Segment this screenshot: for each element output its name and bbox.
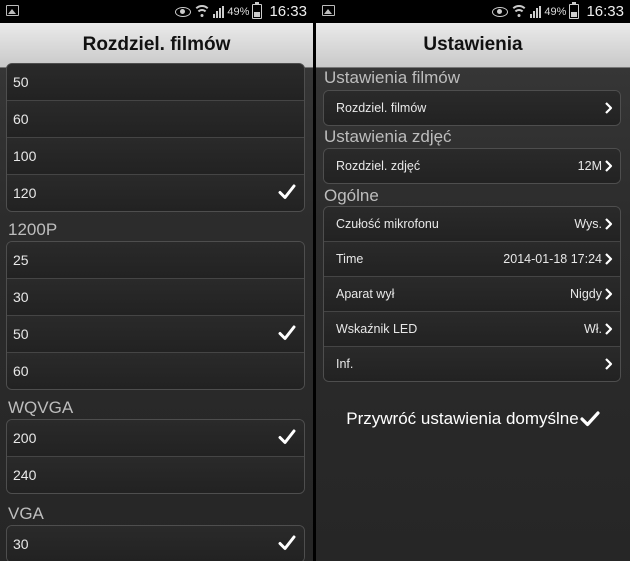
chevron-right-icon [605, 160, 613, 172]
option-label: 120 [13, 185, 37, 201]
image-notification-icon [6, 5, 19, 16]
page-title: Ustawienia [316, 23, 630, 68]
battery-percent: 49% [227, 5, 250, 18]
eye-icon [175, 6, 192, 17]
option-row-selected[interactable]: 30 [7, 526, 304, 561]
clock: 16:33 [269, 3, 307, 20]
group-header: VGA [8, 504, 44, 523]
option-row-selected[interactable]: 120 [7, 174, 304, 211]
option-row[interactable]: 60 [7, 100, 304, 137]
setting-value: Nigdy [570, 287, 602, 301]
chevron-right-icon [605, 323, 613, 335]
eye-icon [492, 6, 509, 17]
chevron-right-icon [605, 218, 613, 230]
section-header: Ogólne [324, 186, 379, 205]
signal-icon [213, 5, 225, 18]
option-row[interactable]: 30 [7, 278, 304, 315]
option-row-selected[interactable]: 50 [7, 315, 304, 352]
group-header: WQVGA [8, 398, 74, 417]
option-row-selected[interactable]: 200 [7, 420, 304, 456]
setting-value: 2014-01-18 17:24 [503, 252, 602, 266]
option-row[interactable]: 25 [7, 242, 304, 278]
clock: 16:33 [586, 3, 624, 20]
wifi-icon [511, 4, 528, 19]
wifi-icon [194, 4, 211, 19]
option-label: 50 [13, 326, 29, 342]
option-label: 200 [13, 430, 37, 446]
option-row[interactable]: 100 [7, 137, 304, 174]
video-settings-group: Rozdziel. filmów [323, 90, 621, 126]
setting-label: Wskaźnik LED [336, 322, 418, 336]
check-icon [580, 411, 600, 427]
setting-value: 12M [577, 159, 602, 173]
battery-icon [569, 2, 580, 19]
option-label: 30 [13, 536, 29, 552]
signal-icon [530, 5, 542, 18]
battery-percent: 49% [544, 5, 567, 18]
setting-label: Aparat wył [336, 287, 395, 301]
page-title: Rozdziel. filmów [0, 23, 313, 68]
option-label: 240 [13, 467, 37, 483]
check-icon [278, 184, 296, 199]
right-screen: 49% 16:33 Ustawienia Ustawienia filmów R… [316, 0, 630, 561]
setting-row-info[interactable]: Inf. [324, 346, 620, 381]
photo-settings-group: Rozdziel. zdjęć 12M [323, 148, 621, 184]
check-icon [278, 429, 296, 444]
setting-label: Time [336, 252, 364, 266]
setting-row-mic-sensitivity[interactable]: Czułość mikrofonu Wys. [324, 207, 620, 241]
option-label: 100 [13, 148, 37, 164]
resolution-group-1200p: 25 30 50 60 [6, 241, 305, 390]
resolution-group-0: 50 60 100 120 [6, 63, 305, 212]
image-notification-icon [322, 5, 335, 16]
chevron-right-icon [605, 102, 613, 114]
check-icon [278, 535, 296, 550]
option-label: 25 [13, 252, 29, 268]
chevron-right-icon [605, 288, 613, 300]
setting-row-time[interactable]: Time 2014-01-18 17:24 [324, 241, 620, 276]
status-bar: 49% 16:33 [0, 0, 313, 23]
option-label: 60 [13, 111, 29, 127]
section-header: Ustawienia filmów [324, 68, 461, 87]
option-row[interactable]: 50 [7, 64, 304, 100]
option-label: 60 [13, 363, 29, 379]
setting-label: Czułość mikrofonu [336, 217, 439, 231]
option-row[interactable]: 240 [7, 456, 304, 493]
setting-value: Wł. [583, 322, 602, 336]
section-header: Ustawienia zdjęć [324, 127, 452, 146]
setting-row-led-indicator[interactable]: Wskaźnik LED Wł. [324, 311, 620, 346]
setting-label: Rozdziel. filmów [336, 101, 427, 115]
status-bar: 49% 16:33 [316, 0, 630, 23]
option-label: 30 [13, 289, 29, 305]
setting-row-camera-off[interactable]: Aparat wył Nigdy [324, 276, 620, 311]
restore-defaults-button[interactable]: Przywróć ustawienia domyślne [316, 400, 630, 438]
setting-label: Rozdziel. zdjęć [336, 159, 421, 173]
option-label: 50 [13, 74, 29, 90]
setting-value: Wys. [574, 217, 602, 231]
restore-defaults-label: Przywróć ustawienia domyślne [346, 409, 579, 428]
chevron-right-icon [605, 253, 613, 265]
chevron-right-icon [605, 358, 613, 370]
option-row[interactable]: 60 [7, 352, 304, 389]
left-screen: 49% 16:33 Rozdziel. filmów 50 60 100 120… [0, 0, 313, 561]
battery-icon [252, 2, 263, 19]
resolution-group-vga: 30 [6, 525, 305, 561]
setting-label: Inf. [336, 357, 354, 371]
setting-row-photo-resolution[interactable]: Rozdziel. zdjęć 12M [324, 149, 620, 183]
group-header: 1200P [8, 220, 58, 239]
setting-row-video-resolution[interactable]: Rozdziel. filmów [324, 91, 620, 125]
check-icon [278, 325, 296, 340]
resolution-group-wqvga: 200 240 [6, 419, 305, 494]
general-settings-group: Czułość mikrofonu Wys. Time 2014-01-18 1… [323, 206, 621, 382]
